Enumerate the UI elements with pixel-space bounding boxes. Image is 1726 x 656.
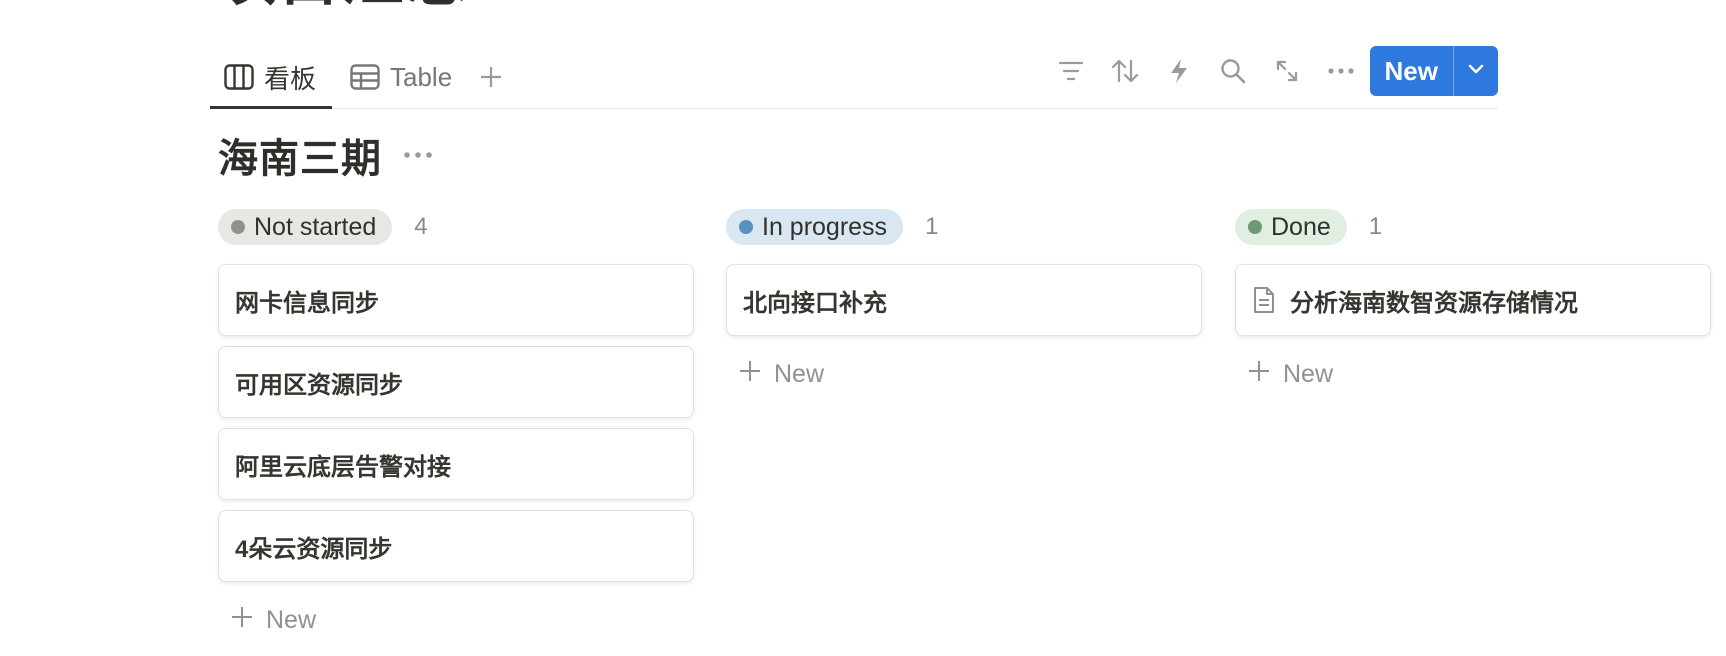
view-toolbar: New bbox=[1044, 46, 1498, 96]
status-label: In progress bbox=[762, 212, 888, 241]
board-card[interactable]: 阿里云底层告警对接 bbox=[218, 428, 694, 500]
board-card[interactable]: 4朵云资源同步 bbox=[218, 510, 694, 582]
board-icon bbox=[224, 64, 254, 90]
plus-icon bbox=[478, 64, 504, 90]
group-title[interactable]: 海南三期 bbox=[218, 126, 382, 184]
view-tab-bar: 看板 Table New bbox=[210, 46, 1498, 109]
card-title: 阿里云底层告警对接 bbox=[235, 453, 451, 481]
add-card-button[interactable]: New bbox=[1235, 346, 1711, 402]
card-title: 北向接口补充 bbox=[743, 289, 887, 317]
plus-icon bbox=[230, 605, 254, 636]
page-title[interactable]: 项目汇总 bbox=[214, 0, 470, 10]
column-header: In progress 1 bbox=[726, 208, 1202, 246]
column-count: 1 bbox=[925, 213, 939, 240]
column-header: Done 1 bbox=[1235, 208, 1711, 246]
board-card[interactable]: 网卡信息同步 bbox=[218, 264, 694, 336]
add-card-label: New bbox=[774, 359, 825, 388]
status-dot bbox=[1248, 220, 1262, 234]
status-dot bbox=[231, 220, 245, 234]
page: 项目汇总 看板 Table bbox=[0, 0, 1726, 656]
status-dot bbox=[739, 220, 753, 234]
group-more-icon[interactable] bbox=[404, 151, 432, 159]
board-column-not-started: Not started 4 网卡信息同步 可用区资源同步 阿里云底层告警对接 4… bbox=[218, 208, 694, 648]
tab-table-label: Table bbox=[390, 61, 453, 92]
status-label: Not started bbox=[254, 212, 377, 241]
add-card-button[interactable]: New bbox=[726, 346, 1202, 402]
expand-icon[interactable] bbox=[1260, 46, 1314, 96]
add-view-button[interactable] bbox=[470, 46, 512, 108]
status-label: Done bbox=[1271, 212, 1331, 241]
sort-icon[interactable] bbox=[1098, 46, 1152, 96]
tab-table[interactable]: Table bbox=[342, 46, 460, 108]
column-count: 1 bbox=[1368, 213, 1383, 240]
new-button[interactable]: New bbox=[1370, 46, 1453, 96]
chevron-down-icon bbox=[1467, 62, 1485, 80]
card-title: 网卡信息同步 bbox=[235, 289, 379, 317]
status-pill-done[interactable]: Done bbox=[1235, 209, 1347, 245]
board-column-in-progress: In progress 1 北向接口补充 New bbox=[726, 208, 1202, 402]
add-card-label: New bbox=[1283, 359, 1334, 388]
automation-icon[interactable] bbox=[1152, 46, 1206, 96]
document-icon bbox=[1252, 286, 1276, 314]
card-title: 4朵云资源同步 bbox=[235, 535, 393, 563]
more-icon[interactable] bbox=[1314, 46, 1368, 96]
plus-icon bbox=[1247, 359, 1271, 390]
tab-board[interactable]: 看板 bbox=[210, 46, 333, 109]
board-card[interactable]: 分析海南数智资源存储情况 bbox=[1235, 264, 1711, 336]
new-dropdown-button[interactable] bbox=[1453, 46, 1498, 96]
tab-board-label: 看板 bbox=[264, 63, 317, 94]
board-column-done: Done 1 分析海南数智资源存储情况 New bbox=[1235, 208, 1711, 402]
group-header: 海南三期 bbox=[218, 126, 432, 184]
table-icon bbox=[350, 64, 380, 90]
new-button-group: New bbox=[1369, 46, 1498, 96]
status-pill-in-progress[interactable]: In progress bbox=[726, 209, 904, 245]
column-count: 4 bbox=[414, 213, 428, 240]
status-pill-not-started[interactable]: Not started bbox=[218, 209, 393, 245]
board-card[interactable]: 北向接口补充 bbox=[726, 264, 1202, 336]
add-card-button[interactable]: New bbox=[218, 592, 694, 648]
plus-icon bbox=[738, 359, 762, 390]
card-title: 可用区资源同步 bbox=[235, 371, 403, 399]
add-card-label: New bbox=[266, 605, 317, 634]
card-title: 分析海南数智资源存储情况 bbox=[1290, 289, 1578, 317]
board-card[interactable]: 可用区资源同步 bbox=[218, 346, 694, 418]
search-icon[interactable] bbox=[1206, 46, 1260, 96]
column-header: Not started 4 bbox=[218, 208, 694, 246]
filter-icon[interactable] bbox=[1044, 46, 1098, 96]
